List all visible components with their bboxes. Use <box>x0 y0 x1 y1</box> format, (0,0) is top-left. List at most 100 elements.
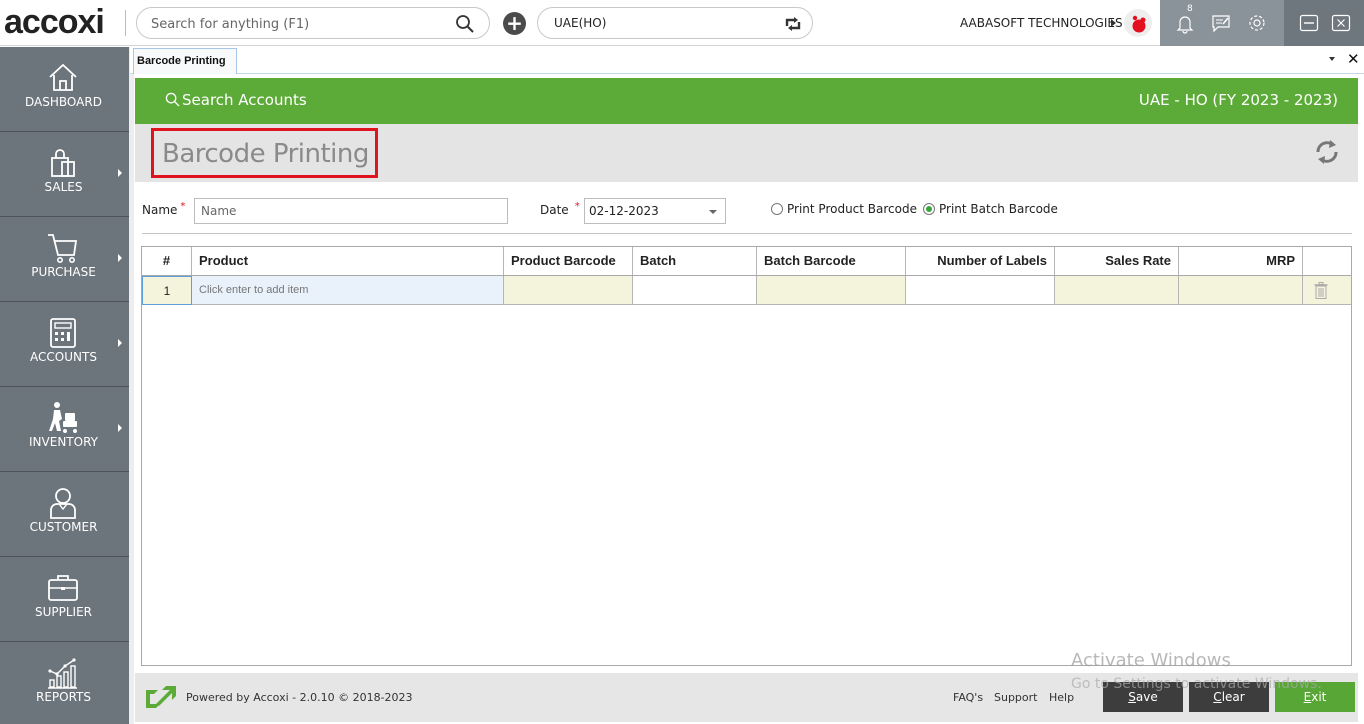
home-icon <box>49 63 77 91</box>
global-search-input[interactable] <box>151 14 451 34</box>
column-header-product: Product <box>192 247 504 275</box>
date-value: 02-12-2023 <box>589 204 659 218</box>
product-barcode-cell <box>504 276 633 304</box>
date-label: Date * <box>540 201 580 217</box>
support-link[interactable]: Support <box>994 691 1037 704</box>
batch-cell[interactable] <box>633 276 757 304</box>
radio-print-batch-barcode[interactable] <box>923 203 935 215</box>
branch-selector[interactable]: UAE(HO) <box>537 7 813 39</box>
column-header-actions <box>1303 247 1351 275</box>
powered-by-text: Powered by Accoxi - 2.0.10 © 2018-2023 <box>186 691 413 704</box>
mrp-cell <box>1179 276 1303 304</box>
name-label: Name * <box>142 201 186 217</box>
search-accounts-label: Search Accounts <box>182 91 307 109</box>
submenu-caret-icon <box>118 424 122 432</box>
chevron-down-icon[interactable] <box>709 210 717 214</box>
product-cell[interactable]: Click enter to add item <box>192 276 504 304</box>
company-name[interactable]: AABASOFT TECHNOLOGIES <box>960 16 1123 30</box>
sidebar-item-label: CUSTOMER <box>29 520 98 534</box>
trolley-worker-icon <box>49 402 77 433</box>
cart-icon <box>48 234 78 263</box>
sidebar-item-customer[interactable]: CUSTOMER <box>0 472 129 557</box>
sidebar-item-label: REPORTS <box>35 690 91 704</box>
column-header-mrp: MRP <box>1179 247 1303 275</box>
column-header-batch: Batch <box>633 247 757 275</box>
sidebar-item-label: DASHBOARD <box>25 95 102 109</box>
shopping-bag-icon <box>51 149 75 177</box>
sidebar-item-sales[interactable]: SALES <box>0 132 129 217</box>
chat-edit-icon[interactable] <box>1210 12 1232 34</box>
minimize-icon[interactable] <box>1298 12 1320 34</box>
accoxi-footer-logo-icon <box>146 686 176 708</box>
sidebar-item-inventory[interactable]: INVENTORY <box>0 387 129 472</box>
plus-circle-icon[interactable]: + <box>503 12 526 35</box>
sidebar-item-label: INVENTORY <box>29 435 98 449</box>
sidebar-item-label: PURCHASE <box>31 265 96 279</box>
table-row[interactable]: 1 Click enter to add item <box>142 276 1351 305</box>
page-title: Barcode Printing <box>151 128 378 178</box>
accoxi-logo: accoxi <box>4 3 105 41</box>
logo-divider <box>125 10 126 36</box>
tab-strip: Barcode Printing <box>130 47 1364 74</box>
sidebar: DASHBOARD SALES PURCHASE ACCOUNTS INVENT… <box>0 47 129 724</box>
sidebar-edge <box>129 47 134 724</box>
items-grid: # Product Product Barcode Batch Batch Ba… <box>141 246 1352 666</box>
sidebar-item-purchase[interactable]: PURCHASE <box>0 217 129 302</box>
submenu-caret-icon <box>118 254 122 262</box>
sidebar-item-label: SUPPLIER <box>34 605 93 619</box>
sidebar-item-accounts[interactable]: ACCOUNTS <box>0 302 129 387</box>
submenu-caret-icon <box>118 339 122 347</box>
person-icon <box>50 488 76 519</box>
column-header-index: # <box>142 247 192 275</box>
activate-windows-watermark: Activate Windows <box>1071 650 1231 671</box>
calculator-icon <box>50 318 76 348</box>
trash-icon[interactable] <box>1314 282 1328 299</box>
bell-icon[interactable] <box>1174 12 1196 34</box>
company-caret-icon[interactable] <box>1111 19 1116 27</box>
swap-icon[interactable] <box>782 13 804 35</box>
chart-icon <box>48 658 77 689</box>
sidebar-item-dashboard[interactable]: DASHBOARD <box>0 47 129 132</box>
submenu-caret-icon <box>118 169 122 177</box>
search-icon <box>165 92 180 107</box>
top-bar: accoxi + UAE(HO) AABASOFT TECHNOLOGIES 8 <box>0 0 1364 46</box>
window-controls <box>1284 0 1364 46</box>
column-header-number-of-labels: Number of Labels <box>906 247 1055 275</box>
row-index: 1 <box>142 276 192 305</box>
form-divider <box>142 233 1352 234</box>
sidebar-item-label: ACCOUNTS <box>30 350 97 364</box>
refresh-icon[interactable] <box>1312 137 1342 167</box>
search-accounts-button[interactable]: Search Accounts <box>165 91 307 109</box>
help-link[interactable]: Help <box>1049 691 1074 704</box>
radio-label-product-barcode[interactable]: Print Product Barcode <box>787 202 917 216</box>
search-icon[interactable] <box>455 14 475 34</box>
barcode-form: Name* Date* 02-12-2023 Print Product Bar… <box>135 182 1358 234</box>
radio-label-batch-barcode[interactable]: Print Batch Barcode <box>939 202 1058 216</box>
financial-year-label: UAE - HO (FY 2023 - 2023) <box>1138 91 1338 109</box>
activate-windows-hint: Go to Settings to activate Windows. <box>1071 676 1322 692</box>
tab-list-dropdown-icon[interactable] <box>1329 57 1335 61</box>
radio-print-product-barcode[interactable] <box>771 203 783 215</box>
number-of-labels-cell[interactable] <box>906 276 1055 304</box>
name-field[interactable] <box>194 198 508 224</box>
user-avatar[interactable] <box>1124 9 1152 37</box>
branch-name: UAE(HO) <box>554 16 607 30</box>
global-search[interactable] <box>136 7 490 39</box>
faqs-link[interactable]: FAQ's <box>953 691 983 704</box>
sidebar-item-reports[interactable]: REPORTS <box>0 642 129 724</box>
sidebar-item-supplier[interactable]: SUPPLIER <box>0 557 129 642</box>
batch-barcode-cell <box>757 276 906 304</box>
sales-rate-cell <box>1055 276 1179 304</box>
tab-close-icon[interactable]: ✕ <box>1347 50 1360 68</box>
notification-count: 8 <box>1187 4 1193 14</box>
column-header-batch-barcode: Batch Barcode <box>757 247 906 275</box>
module-header: Search Accounts UAE - HO (FY 2023 - 2023… <box>135 78 1358 124</box>
date-picker[interactable]: 02-12-2023 <box>584 198 726 224</box>
title-band: Barcode Printing <box>135 124 1358 182</box>
column-header-product-barcode: Product Barcode <box>504 247 633 275</box>
tab-barcode-printing[interactable]: Barcode Printing <box>133 48 237 74</box>
sidebar-item-label: SALES <box>44 180 83 194</box>
grid-header-row: # Product Product Barcode Batch Batch Ba… <box>142 247 1351 276</box>
gear-icon[interactable] <box>1246 12 1268 34</box>
close-icon[interactable] <box>1330 12 1352 34</box>
